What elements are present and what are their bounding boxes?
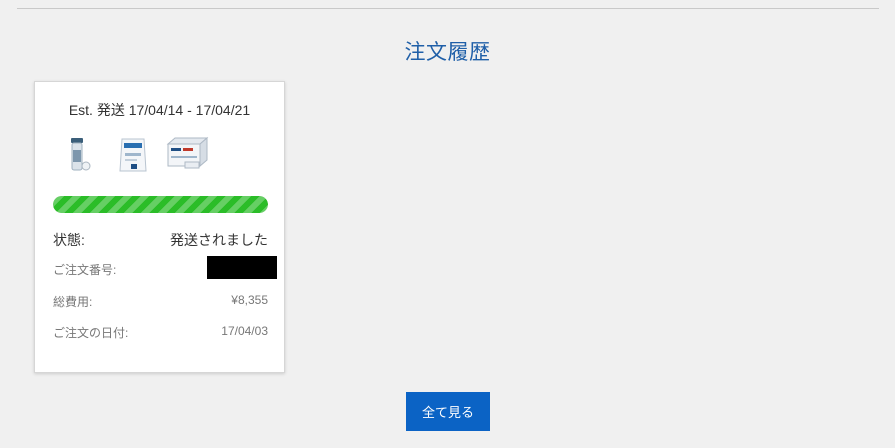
status-label: 状態: <box>53 232 85 248</box>
order-number-redaction <box>207 256 277 279</box>
status-value: 発送されました <box>170 232 268 248</box>
order-date-value: 17/04/03 <box>221 324 268 338</box>
page-title: 注文履歴 <box>404 41 491 64</box>
view-all-button[interactable]: 全て見る <box>406 392 490 431</box>
shipping-progress-bar <box>53 196 268 213</box>
order-number-label: ご注文番号: <box>53 263 117 277</box>
protein-pouch-icon <box>113 134 157 176</box>
bar-box-pack-icon <box>165 134 209 176</box>
total-value: ¥8,355 <box>231 293 268 307</box>
order-history-page: 注文履歴 Est. 発送 17/04/14 - 17/04/21 状態: 発送さ… <box>0 0 895 448</box>
shaker-bottle-icon <box>63 134 107 176</box>
order-date-label: ご注文の日付: <box>53 326 129 340</box>
top-divider <box>17 8 879 9</box>
total-label: 総費用: <box>53 295 93 309</box>
order-card[interactable]: Est. 発送 17/04/14 - 17/04/21 状態: 発送されました … <box>34 81 285 373</box>
estimated-shipping-text: Est. 発送 17/04/14 - 17/04/21 <box>68 102 251 118</box>
shipping-progress-fill <box>53 196 268 213</box>
